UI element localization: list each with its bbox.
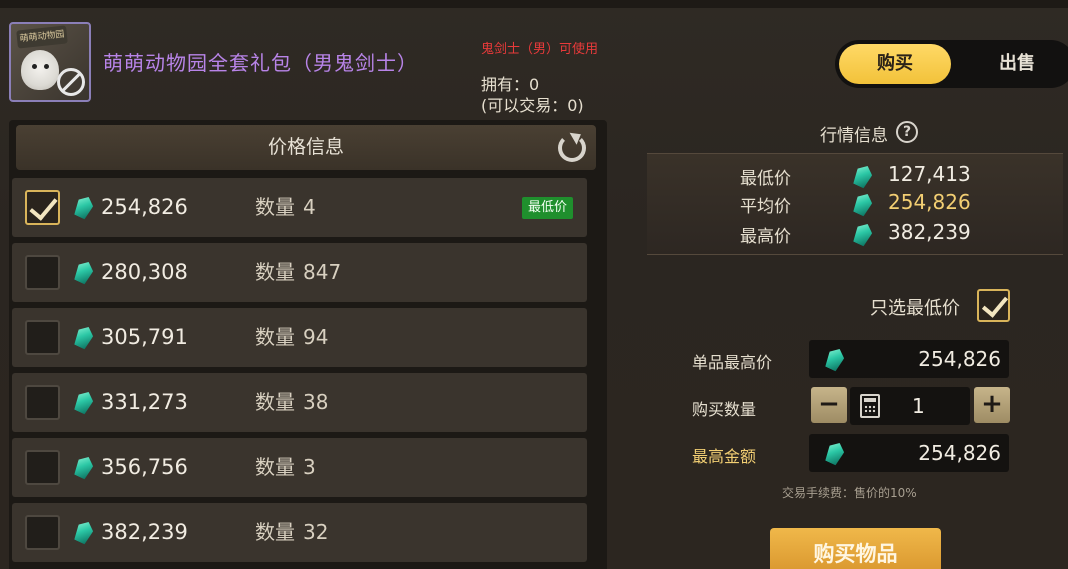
- row-checkbox[interactable]: [25, 385, 60, 420]
- row-qty: 38: [303, 390, 329, 414]
- row-checkbox[interactable]: [25, 515, 60, 550]
- item-name: 萌萌动物园全套礼包（男鬼剑士）: [103, 51, 418, 75]
- only-lowest-label: 只选最低价: [870, 298, 960, 319]
- row-qty-label: 数量: [255, 520, 295, 544]
- market-lowest-value: 127,413: [888, 162, 971, 186]
- item-icon[interactable]: 萌萌动物园: [9, 22, 91, 102]
- tradeable-count: (可以交易：0): [481, 96, 584, 115]
- price-row[interactable]: 331,273 数量 38: [12, 373, 587, 432]
- row-qty: 4: [303, 195, 316, 219]
- row-checkbox[interactable]: [25, 190, 60, 225]
- dog-icon: [21, 50, 59, 90]
- price-row[interactable]: 254,826 数量 4 最低价: [12, 178, 587, 237]
- max-unit-price-field[interactable]: 254,826: [809, 340, 1009, 378]
- gem-icon: [72, 259, 96, 286]
- gem-icon: [72, 389, 96, 416]
- price-panel-title: 价格信息: [267, 136, 344, 158]
- max-unit-price-label: 单品最高价: [692, 353, 773, 372]
- price-panel-header: 价格信息: [16, 125, 596, 170]
- help-icon[interactable]: ?: [896, 121, 918, 143]
- row-qty: 3: [303, 455, 316, 479]
- row-qty: 94: [303, 325, 329, 349]
- row-checkbox[interactable]: [25, 320, 60, 355]
- gem-icon: [72, 454, 96, 481]
- market-highest-label: 最高价: [740, 227, 791, 247]
- quantity-value: 1: [912, 394, 925, 418]
- row-price: 305,791: [101, 325, 188, 349]
- row-checkbox[interactable]: [25, 450, 60, 485]
- max-total-field: 254,826: [809, 434, 1009, 472]
- buy-item-button[interactable]: 购买物品: [770, 528, 941, 569]
- gem-icon: [823, 440, 847, 467]
- max-total-value: 254,826: [918, 441, 1001, 465]
- market-highest-value: 382,239: [888, 220, 971, 244]
- row-qty-label: 数量: [255, 455, 295, 479]
- gem-icon: [72, 324, 96, 351]
- row-checkbox[interactable]: [25, 255, 60, 290]
- row-price: 382,239: [101, 520, 188, 544]
- quantity-input[interactable]: 1: [850, 387, 970, 425]
- market-lowest-label: 最低价: [740, 169, 791, 189]
- row-price: 356,756: [101, 455, 188, 479]
- price-row[interactable]: 305,791 数量 94: [12, 308, 587, 367]
- refresh-icon[interactable]: [558, 134, 586, 162]
- tab-buy[interactable]: 购买: [839, 44, 951, 84]
- trade-mode-toggle: 购买 出售: [835, 40, 1068, 88]
- usable-class-text: 鬼剑士（男）可使用: [481, 42, 599, 57]
- no-trade-icon: [57, 68, 85, 96]
- max-unit-price-value: 254,826: [918, 347, 1001, 371]
- price-row[interactable]: 280,308 数量 847: [12, 243, 587, 302]
- row-qty: 32: [303, 520, 329, 544]
- max-total-label: 最高金额: [692, 447, 757, 466]
- only-lowest-checkbox[interactable]: [977, 289, 1010, 322]
- row-qty-label: 数量: [255, 390, 295, 414]
- row-qty-label: 数量: [255, 260, 295, 284]
- quantity-plus-button[interactable]: +: [974, 387, 1010, 423]
- price-row[interactable]: 382,239 数量 32: [12, 503, 587, 562]
- gem-icon: [823, 346, 847, 373]
- item-icon-poster: 萌萌动物园: [16, 25, 68, 49]
- row-qty: 847: [303, 260, 342, 284]
- market-avg-label: 平均价: [740, 197, 791, 217]
- top-bar: [0, 0, 1068, 8]
- buy-quantity-label: 购买数量: [692, 400, 757, 419]
- calculator-icon[interactable]: [860, 394, 880, 418]
- market-info-title: 行情信息: [820, 126, 888, 146]
- row-price: 280,308: [101, 260, 188, 284]
- gem-icon: [72, 519, 96, 546]
- price-row[interactable]: 356,756 数量 3: [12, 438, 587, 497]
- lowest-price-badge: 最低价: [522, 197, 574, 219]
- trade-fee-note: 交易手续费：售价的10%: [782, 486, 917, 500]
- tab-sell[interactable]: 出售: [975, 44, 1059, 84]
- row-price: 331,273: [101, 390, 188, 414]
- quantity-minus-button[interactable]: −: [811, 387, 847, 423]
- gem-icon: [72, 194, 96, 221]
- row-price: 254,826: [101, 195, 188, 219]
- market-avg-value: 254,826: [888, 190, 971, 214]
- row-qty-label: 数量: [255, 195, 295, 219]
- row-qty-label: 数量: [255, 325, 295, 349]
